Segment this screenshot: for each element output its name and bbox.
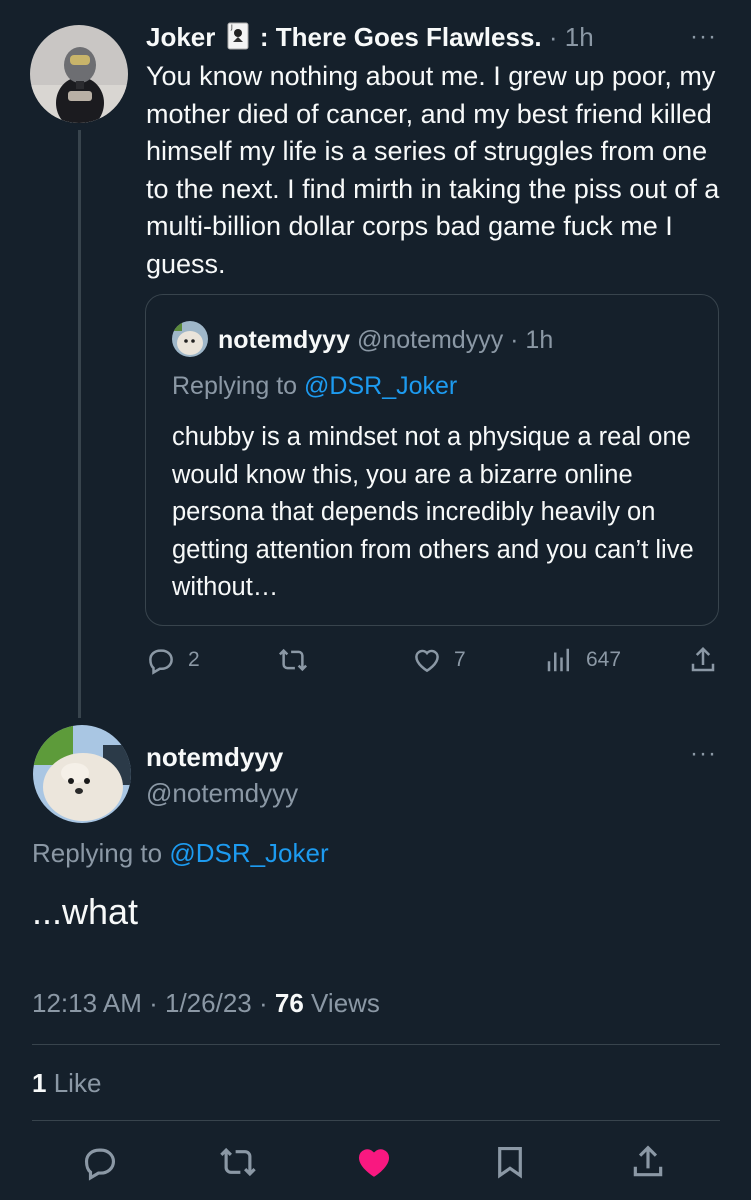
avatar[interactable] [33,725,131,823]
replying-to-label: Replying to [172,372,298,400]
display-name-suffix[interactable]: : There Goes Flawless. [260,22,542,52]
separator: · [258,988,268,1018]
display-name[interactable]: notemdyyy [146,740,283,774]
separator: · [149,988,158,1018]
bookmark-button[interactable] [488,1140,532,1184]
avatar [172,321,208,357]
replying-to-label: Replying to [32,838,163,868]
divider [32,1044,720,1045]
reply-icon [149,649,173,675]
replying-to: Replying to @DSR_Joker [172,369,457,403]
display-name[interactable]: notemdyyy [218,326,350,354]
reply-button[interactable] [78,1140,122,1184]
more-icon[interactable]: ··· [690,740,717,768]
reply-count: 2 [188,648,200,671]
tweet-time: · 1h [510,326,554,354]
likes-label: Like [53,1068,102,1098]
retweet-icon [220,1147,256,1177]
svg-text:J: J [230,24,233,31]
like-button[interactable] [352,1140,396,1184]
reply-button[interactable]: 2 [146,640,200,680]
mention-link[interactable]: @DSR_Joker [304,372,457,400]
share-icon [633,1145,663,1177]
views-label: Views [311,988,380,1018]
bookmark-icon [498,1146,522,1179]
display-name[interactable]: Joker [146,22,215,52]
views-count: 647 [586,648,622,671]
like-count: 7 [454,648,466,671]
views-icon [547,648,569,672]
retweet-button[interactable] [278,640,320,680]
reply-icon [84,1148,116,1181]
like-button[interactable]: 7 [412,640,466,680]
tweet-text: You know nothing about me. I grew up poo… [146,61,720,279]
views-count: 76 [274,988,304,1018]
handle[interactable]: @notemdyyy [146,776,298,810]
retweet-button[interactable] [216,1140,260,1184]
joker-card-icon: J [227,22,249,58]
tweet-time[interactable]: · 1h [549,22,594,52]
like-icon [415,649,439,673]
tweet-text: ...what [32,891,139,932]
share-icon [691,646,715,672]
tweet-metadata: 12:13 AM · 1/26/23 · 76 Views [32,986,380,1020]
likes-count: 1 [32,1068,47,1098]
more-icon[interactable]: ··· [690,20,717,54]
likes-summary[interactable]: 1 Like [32,1066,101,1100]
retweet-icon [278,648,308,672]
avatar[interactable] [30,25,128,123]
tweet-time[interactable]: 12:13 AM [32,988,142,1018]
handle[interactable]: @notemdyyy [357,326,503,354]
quoted-tweet-header: notemdyyy @notemdyyy · 1h [218,323,553,357]
divider [32,1120,720,1121]
tweet-header: Joker J : There Goes Flawless. · 1h [146,20,594,58]
mention-link[interactable]: @DSR_Joker [169,838,328,868]
quoted-tweet-text: chubby is a mindset not a physique a rea… [172,423,694,601]
share-button[interactable] [688,640,718,680]
share-button[interactable] [626,1140,670,1184]
like-icon [358,1149,390,1177]
quoted-tweet-card[interactable]: notemdyyy @notemdyyy · 1h Replying to @D… [145,294,719,626]
tweet-date[interactable]: 1/26/23 [165,988,252,1018]
thread-line [78,130,81,718]
views-button[interactable]: 647 [544,640,621,680]
replying-to: Replying to @DSR_Joker [32,836,329,870]
